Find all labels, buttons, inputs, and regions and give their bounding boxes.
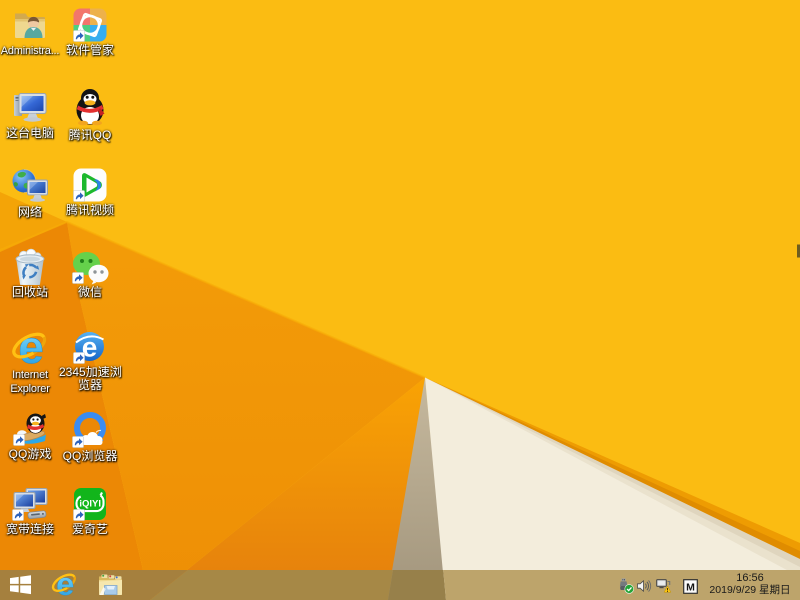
svg-text:M: M — [686, 581, 695, 593]
svg-text:iQIYI: iQIYI — [79, 499, 101, 510]
